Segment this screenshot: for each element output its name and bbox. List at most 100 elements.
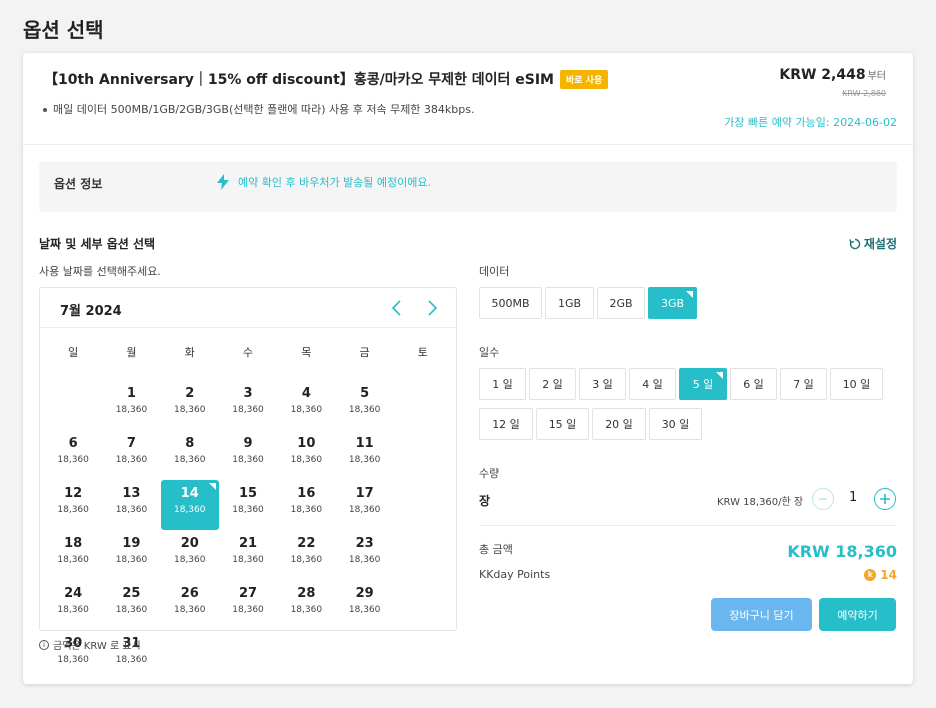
weekday-label: 금: [359, 346, 370, 359]
prev-month-button[interactable]: [388, 298, 406, 318]
calendar-day[interactable]: 1 18,360: [102, 380, 160, 430]
calendar-day[interactable]: 21 18,360: [219, 530, 277, 580]
increase-quantity-button[interactable]: [874, 488, 896, 510]
calendar-day[interactable]: 12 18,360: [44, 480, 102, 530]
data-option[interactable]: 3GB: [648, 287, 697, 319]
day-number: 24: [64, 586, 83, 601]
calendar-day[interactable]: 10 18,360: [277, 430, 335, 480]
lightning-icon: [217, 174, 229, 190]
day-number: 8: [185, 436, 195, 451]
data-option[interactable]: 500MB: [479, 287, 542, 319]
data-option-label: 3GB: [660, 296, 685, 310]
day-number: 6: [68, 436, 78, 451]
day-price: 18,360: [115, 605, 148, 615]
selected-corner-icon: [208, 483, 216, 490]
calendar-day[interactable]: 15 18,360: [219, 480, 277, 530]
calendar-day[interactable]: 8 18,360: [161, 430, 219, 480]
day-price: 18,360: [57, 455, 89, 465]
calendar-day[interactable]: 13 18,360: [102, 480, 160, 530]
calendar-day[interactable]: 6 18,360: [44, 430, 102, 480]
calendar-day[interactable]: 26 18,360: [161, 580, 219, 630]
day-option[interactable]: 30 일: [649, 408, 702, 440]
day-number: 16: [297, 486, 316, 501]
day-option[interactable]: 3 일: [579, 368, 626, 400]
day-price: 18,360: [348, 555, 381, 565]
calendar-day[interactable]: 2 18,360: [161, 380, 219, 430]
calendar-day[interactable]: 17 18,360: [335, 480, 393, 530]
weekday-label: 월: [126, 346, 137, 359]
day-price: 18,360: [57, 555, 89, 565]
day-option[interactable]: 12 일: [479, 408, 533, 440]
data-option[interactable]: 1GB: [545, 287, 594, 319]
plus-icon: [880, 494, 890, 504]
calendar-day[interactable]: 11 18,360: [335, 430, 393, 480]
calendar-month: 7월 2024: [60, 304, 122, 319]
day-number: 13: [122, 486, 141, 501]
calendar-day[interactable]: 20 18,360: [161, 530, 219, 580]
info-icon: i: [39, 639, 49, 650]
day-number: 18: [64, 536, 83, 551]
day-option[interactable]: 10 일: [830, 368, 883, 400]
book-now-button[interactable]: 예약하기: [819, 598, 896, 631]
day-price: 18,360: [115, 655, 148, 665]
day-option-label: 12 일: [492, 418, 520, 431]
day-option-label: 2 일: [542, 378, 563, 391]
points-label: KKday Points: [479, 568, 551, 581]
calendar-day[interactable]: 14 18,360: [160, 480, 219, 530]
data-option-label: 1GB: [557, 296, 582, 310]
day-option[interactable]: 2 일: [529, 368, 576, 400]
day-option-label: 5 일: [692, 378, 714, 391]
day-options-label: 일수: [479, 346, 500, 359]
day-option[interactable]: 5 일: [679, 368, 727, 400]
calendar-day[interactable]: 27 18,360: [219, 580, 277, 630]
calendar-day[interactable]: 9 18,360: [219, 430, 277, 480]
day-price: 18,360: [115, 405, 148, 415]
chevron-right-icon: [428, 300, 438, 316]
calendar-day[interactable]: 25 18,360: [102, 580, 160, 630]
day-option[interactable]: 4 일: [629, 368, 676, 400]
reset-button[interactable]: 재설정: [849, 235, 897, 252]
product-title-row: 【10th Anniversary｜15% off discount】홍콩/마카…: [44, 69, 609, 89]
next-month-button[interactable]: [423, 298, 441, 318]
option-info-box: 옵션 정보 예약 확인 후 바우처가 발송될 예정이에요.: [39, 162, 897, 212]
decrease-quantity-button[interactable]: [812, 488, 834, 510]
add-to-cart-button[interactable]: 장바구니 담기: [711, 598, 812, 631]
day-option[interactable]: 6 일: [730, 368, 777, 400]
bullet-icon: [43, 108, 47, 112]
day-option[interactable]: 7 일: [780, 368, 827, 400]
calendar-day[interactable]: 4 18,360: [277, 380, 335, 430]
calendar-day[interactable]: 7 18,360: [102, 430, 160, 480]
product-description: 매일 데이터 500MB/1GB/2GB/3GB(선택한 플랜에 따라) 사용 …: [43, 101, 475, 117]
weekday-label: 수: [242, 346, 254, 359]
day-number: 10: [297, 436, 316, 451]
calendar-day[interactable]: 3 18,360: [219, 380, 277, 430]
day-option-label: 20 일: [605, 418, 633, 431]
calendar-day[interactable]: 19 18,360: [102, 530, 160, 580]
calendar-day[interactable]: 22 18,360: [277, 530, 335, 580]
divider: [23, 144, 913, 145]
weekday-label: 토: [417, 346, 428, 359]
calendar-day[interactable]: 16 18,360: [277, 480, 335, 530]
reset-label: 재설정: [863, 237, 897, 251]
calendar: 7월 2024 일 월 화 수 목 금 토 1 18,360 2 18,360 3 18,360 4 18…: [39, 287, 457, 665]
day-option[interactable]: 1 일: [479, 368, 526, 400]
calendar-day[interactable]: 29 18,360: [335, 580, 393, 630]
day-option-label: 1 일: [492, 378, 513, 391]
day-option[interactable]: 20 일: [592, 408, 646, 440]
day-number: 25: [122, 586, 141, 601]
day-price: 18,360: [290, 605, 323, 615]
calendar-day[interactable]: 28 18,360: [277, 580, 335, 630]
day-price: 18,360: [290, 455, 323, 465]
day-number: 1: [126, 386, 136, 401]
data-option[interactable]: 2GB: [597, 287, 645, 319]
day-option-label: 6 일: [743, 378, 764, 391]
minus-icon: [819, 498, 827, 500]
calendar-day[interactable]: 5 18,360: [335, 380, 393, 430]
calendar-day[interactable]: 18 18,360: [44, 530, 102, 580]
product-title: 【10th Anniversary｜15% off discount】홍콩/마카…: [44, 72, 554, 88]
calendar-day[interactable]: 23 18,360: [335, 530, 393, 580]
calendar-day[interactable]: 24 18,360: [44, 580, 102, 630]
day-number: 15: [238, 486, 258, 501]
day-option[interactable]: 15 일: [536, 408, 589, 440]
currency-footnote-text: 금액은 KRW 로 표시: [53, 641, 141, 652]
